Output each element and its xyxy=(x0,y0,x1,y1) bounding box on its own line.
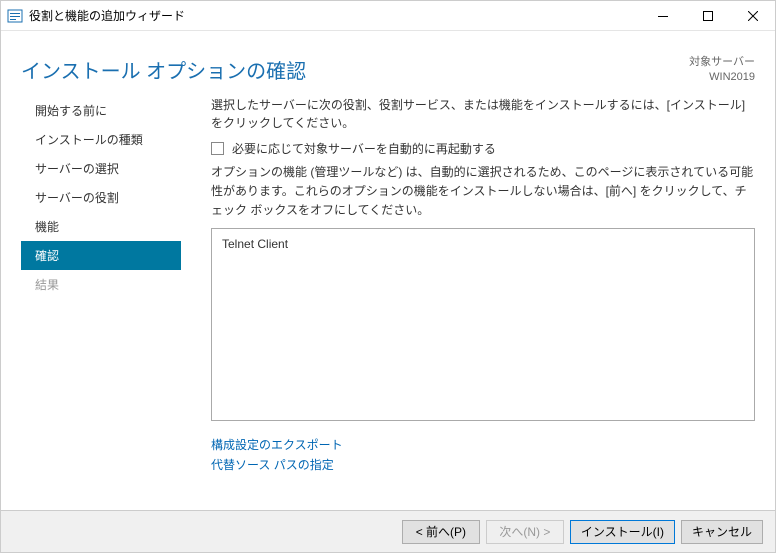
next-button: 次へ(N) > xyxy=(486,520,564,544)
close-button[interactable] xyxy=(730,1,775,31)
alt-source-link[interactable]: 代替ソース パスの指定 xyxy=(211,455,755,475)
sidebar-item-install-type[interactable]: インストールの種類 xyxy=(21,125,181,154)
window-controls xyxy=(640,1,775,30)
target-server-label: 対象サーバー xyxy=(689,55,755,70)
target-server-info: 対象サーバー WIN2019 xyxy=(689,55,755,86)
back-button[interactable]: < 前へ(P) xyxy=(402,520,480,544)
auto-restart-checkbox[interactable] xyxy=(211,142,224,155)
main-panel: 選択したサーバーに次の役割、役割サービス、または機能をインストールするには、[イ… xyxy=(181,96,755,476)
maximize-button[interactable] xyxy=(685,1,730,31)
install-button[interactable]: インストール(I) xyxy=(570,520,675,544)
auto-restart-row: 必要に応じて対象サーバーを自動的に再起動する xyxy=(211,140,755,157)
auto-restart-label: 必要に応じて対象サーバーを自動的に再起動する xyxy=(232,140,496,157)
titlebar: 役割と機能の追加ウィザード xyxy=(1,1,775,31)
page-title: インストール オプションの確認 xyxy=(21,55,306,84)
sidebar-item-server-select[interactable]: サーバーの選択 xyxy=(21,154,181,183)
minimize-button[interactable] xyxy=(640,1,685,31)
cancel-button[interactable]: キャンセル xyxy=(681,520,763,544)
app-icon xyxy=(7,8,23,24)
footer: < 前へ(P) 次へ(N) > インストール(I) キャンセル xyxy=(1,510,775,552)
sidebar-item-confirm[interactable]: 確認 xyxy=(21,241,181,270)
header-area: インストール オプションの確認 対象サーバー WIN2019 xyxy=(1,31,775,96)
instruction-text: 選択したサーバーに次の役割、役割サービス、または機能をインストールするには、[イ… xyxy=(211,96,755,132)
sidebar: 開始する前に インストールの種類 サーバーの選択 サーバーの役割 機能 確認 結… xyxy=(21,96,181,476)
sidebar-item-features[interactable]: 機能 xyxy=(21,212,181,241)
export-config-link[interactable]: 構成設定のエクスポート xyxy=(211,435,755,455)
feature-item[interactable]: Telnet Client xyxy=(222,237,744,251)
note-text: オプションの機能 (管理ツールなど) は、自動的に選択されるため、このページに表… xyxy=(211,163,755,221)
target-server-name: WIN2019 xyxy=(689,70,755,85)
window-title: 役割と機能の追加ウィザード xyxy=(29,7,640,24)
links-area: 構成設定のエクスポート 代替ソース パスの指定 xyxy=(211,435,755,476)
features-listbox[interactable]: Telnet Client xyxy=(211,228,755,421)
sidebar-item-before-begin[interactable]: 開始する前に xyxy=(21,96,181,125)
sidebar-item-server-roles[interactable]: サーバーの役割 xyxy=(21,183,181,212)
content-area: 開始する前に インストールの種類 サーバーの選択 サーバーの役割 機能 確認 結… xyxy=(1,96,775,476)
sidebar-item-results: 結果 xyxy=(21,270,181,299)
